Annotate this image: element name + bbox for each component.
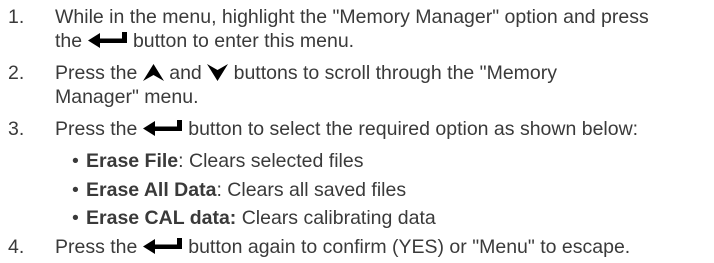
enter-arrow-icon	[87, 32, 128, 49]
step-text: Press the and buttons to scroll through …	[55, 61, 711, 109]
step-text-segment: Manager" menu.	[55, 86, 199, 108]
enter-arrow-icon	[142, 120, 183, 137]
down-arrow-icon	[207, 64, 229, 81]
step-text-segment: Press the	[55, 118, 138, 140]
step-number: 4.	[8, 236, 25, 258]
bullet-label: Erase CAL data:	[86, 207, 237, 229]
step-text: Press the button again to confirm (YES) …	[55, 235, 711, 259]
step-line: Press the and buttons to scroll through …	[55, 61, 711, 85]
step-line: Manager" menu.	[55, 85, 711, 109]
bullet-item-erase-file: • Erase File: Clears selected files	[72, 149, 712, 173]
step-text-segment: Press the	[55, 62, 138, 84]
step-number: 3.	[8, 118, 25, 140]
bullet-label: Erase All Data	[86, 179, 217, 201]
bullet-dot: •	[72, 207, 79, 229]
step-text-segment: button to select the required option as …	[188, 118, 639, 140]
step-line: Press the button to select the required …	[55, 117, 711, 141]
bullet-description: Clears all saved files	[221, 179, 407, 201]
step-line: the button to enter this menu.	[55, 29, 711, 53]
step-number: 1.	[8, 6, 25, 28]
bullet-description: Clears calibrating data	[236, 207, 436, 229]
step-text-segment: and	[169, 62, 202, 84]
bullet-item-erase-cal-data: • Erase CAL data: Clears calibrating data	[72, 206, 712, 230]
enter-arrow-icon	[142, 238, 183, 255]
step-line: Press the button again to confirm (YES) …	[55, 235, 711, 259]
up-arrow-icon	[142, 64, 164, 81]
step-text: While in the menu, highlight the "Memory…	[55, 5, 711, 53]
step-text: Press the button to select the required …	[55, 117, 711, 141]
step-number: 2.	[8, 62, 25, 84]
step-text-segment: buttons to scroll through the "Memory	[233, 62, 558, 84]
step-line: While in the menu, highlight the "Memory…	[55, 5, 711, 29]
bullet-item-erase-all-data: • Erase All Data: Clears all saved files	[72, 178, 712, 202]
bullet-dot: •	[72, 179, 79, 201]
instruction-list: 1. While in the menu, highlight the "Mem…	[0, 0, 714, 263]
bullet-label: Erase File	[86, 150, 179, 172]
step-text-segment: button to enter this menu.	[132, 30, 355, 52]
bullet-dot: •	[72, 150, 79, 172]
step-text-segment: button again to confirm (YES) or "Menu" …	[188, 236, 631, 258]
step-text-segment: the	[55, 30, 83, 52]
step-text-segment: While in the menu, highlight the "Memory…	[55, 6, 649, 28]
bullet-description: Clears selected files	[183, 150, 364, 172]
step-text-segment: Press the	[55, 236, 138, 258]
